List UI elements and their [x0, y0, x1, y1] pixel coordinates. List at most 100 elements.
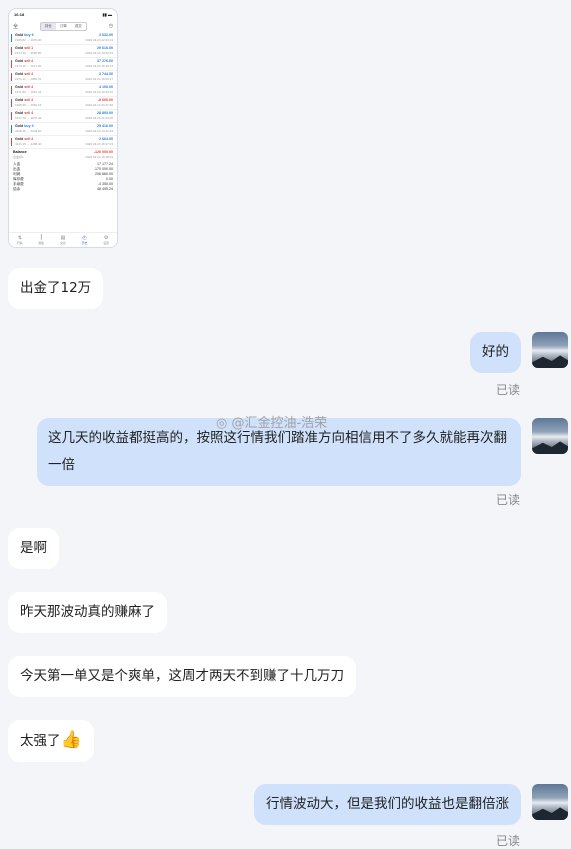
trade-side-marker — [11, 138, 12, 146]
message-text: 今天第一单又是个爽单，这周才两天不到赚了十几万刀 — [20, 668, 344, 684]
nav-label: 交易 — [60, 241, 66, 245]
summary-value: 48 495.24 — [97, 187, 113, 191]
trade-history-screenshot[interactable]: 16:18 ▮▮ ▬ 全 持仓 订单 成交 ◷ Gold buy 63 632.… — [8, 8, 118, 248]
message-bubble-outgoing[interactable]: 行情波动大，但是我们的收益也是翻倍涨 — [254, 784, 521, 825]
trade-time: 2020.03.24 14:41:43 — [85, 129, 113, 133]
message-text: 是啊 — [20, 540, 47, 556]
balance-time: 2020.03.24 16:18:03 — [85, 155, 113, 159]
trade-row[interactable]: Gold buy 63 632.00 1965.82 → 1970.00 2020.… — [9, 32, 117, 45]
trade-price: 1971.80 → 1961.44 — [15, 90, 42, 94]
trade-row[interactable]: Gold sell 4 28 893.00 1977.79 → 1970.02 202… — [9, 110, 117, 123]
trade-side: sell 4 — [24, 85, 34, 89]
message-bubble-incoming[interactable]: 太强了👍 — [8, 720, 94, 762]
message-text: 昨天那波动真的赚麻了 — [20, 604, 155, 620]
trade-row[interactable]: Gold sell 4 -8 600.00 1968.38 → 1981.16 202… — [9, 97, 117, 110]
trade-price: 4416.16 → 4408.40 — [15, 142, 42, 146]
trade-row[interactable]: Gold sell 4 37 276.00 1973.15 → 1971.30 202… — [9, 58, 117, 71]
history-tabs: 持仓 订单 成交 — [39, 21, 87, 31]
trade-symbol: Gold — [15, 72, 24, 76]
nav-label: 行情 — [16, 241, 23, 245]
phone-status-bar: 16:18 ▮▮ ▬ — [9, 9, 117, 20]
status-time: 16:18 — [14, 12, 25, 17]
balance-row: Balance -120 000.00 出金扣1 2020.03.24 16:1… — [9, 149, 117, 161]
user-avatar[interactable] — [532, 784, 568, 820]
thumbs-up-icon: 👍 — [60, 730, 82, 750]
trade-side: sell 4 — [24, 98, 34, 102]
trade-symbol: Gold — [15, 98, 24, 102]
summary-label: 结余 — [13, 187, 21, 191]
message-bubble-incoming[interactable]: 今天第一单又是个爽单，这周才两天不到赚了十几万刀 — [8, 656, 356, 697]
trade-side-marker — [11, 112, 12, 120]
trade-symbol: Gold — [15, 33, 24, 37]
read-receipt: 已读 — [495, 493, 520, 507]
nav-item[interactable]: ⇅ 行情 — [17, 235, 23, 245]
user-avatar[interactable] — [532, 332, 568, 368]
trade-row[interactable]: Gold sell 44 100.00 1971.80 → 1961.44 2020… — [9, 84, 117, 97]
trade-side-marker — [11, 73, 12, 81]
read-receipt: 已读 — [495, 834, 520, 848]
balance-sub: 出金扣1 — [13, 155, 24, 159]
trade-side-marker — [11, 60, 12, 68]
trade-side: sell 4 — [24, 111, 34, 115]
tab-positions: 持仓 — [40, 22, 56, 30]
trade-price: 1965.82 → 1970.00 — [15, 38, 42, 42]
trade-price: 1974.16 → 1966.80 — [15, 51, 42, 55]
trade-time: 2020.03.24 20:47:40 — [85, 103, 113, 107]
trade-time: 2020.03.24 16:00:27 — [85, 77, 113, 81]
trade-symbol: Gold — [15, 85, 24, 89]
nav-label: 历史 — [81, 241, 88, 245]
message-bubble-outgoing[interactable]: 好的 — [470, 332, 521, 373]
trade-side-marker — [11, 99, 12, 107]
trade-row[interactable]: Gold sell 43 744.00 1974.11 → 1968.70 2020… — [9, 71, 117, 84]
trade-time: 2020.03.24 21:04:25 — [85, 116, 113, 120]
weibo-icon: ◎ — [216, 416, 228, 431]
trade-side: sell 4 — [24, 72, 34, 76]
trade-row[interactable]: Gold buy 4 25 416.00 4328.48 → 4333.20 2020… — [9, 123, 117, 136]
tab-orders: 订单 — [59, 23, 67, 28]
watermark-text: @汇金控油-浩荣 — [231, 416, 328, 431]
user-avatar[interactable] — [532, 418, 568, 454]
trade-row[interactable]: Gold sell 42 664.00 4416.16 → 4408.40 2020… — [9, 136, 117, 149]
trade-row[interactable]: Gold sell 1 29 616.00 1974.16 → 1966.80 202… — [9, 45, 117, 58]
trade-side: sell 4 — [24, 59, 34, 63]
read-receipt: 已读 — [495, 383, 520, 397]
phone-bottom-nav: ⇅ 行情 ⫿ 图表 ▤ 交易 ◴ 历史 ⚙ 设置 — [9, 232, 117, 247]
trade-side: buy 6 — [24, 33, 34, 37]
trade-time: 2020.03.24 16:37:23 — [85, 142, 113, 146]
nav-label: 图表 — [38, 241, 45, 245]
nav-item[interactable]: ▤ 交易 — [60, 235, 66, 245]
trade-side: buy 4 — [24, 124, 34, 128]
summary-row: 结余 48 495.24 — [13, 187, 113, 192]
trade-symbol: Gold — [15, 59, 24, 63]
trade-time: 2020.03.24 16:33:12 — [85, 90, 113, 94]
nav-item[interactable]: ⚙ 设置 — [103, 235, 109, 245]
trade-side: sell 1 — [24, 46, 34, 50]
trade-symbol: Gold — [15, 46, 24, 50]
message-bubble-incoming[interactable]: 是啊 — [8, 528, 59, 569]
trade-price: 1968.38 → 1981.16 — [15, 103, 42, 107]
nav-item[interactable]: ⫿ 图表 — [39, 235, 45, 245]
trade-side: sell 4 — [24, 137, 34, 141]
message-bubble-incoming[interactable]: 出金了12万 — [8, 268, 104, 309]
trade-price: 1974.11 → 1968.70 — [15, 77, 42, 81]
trade-symbol: Gold — [15, 124, 24, 128]
trade-price: 4328.48 → 4333.20 — [15, 129, 42, 133]
trade-side-marker — [11, 34, 12, 42]
message-bubble-incoming[interactable]: 昨天那波动真的赚麻了 — [8, 592, 167, 633]
message-text: 太强了 — [20, 733, 61, 749]
trade-list: Gold buy 63 632.00 1965.82 → 1970.00 2020.… — [9, 32, 117, 149]
trade-time: 2020.03.24 22:23:13 — [85, 38, 113, 42]
nav-item[interactable]: ◴ 历史 — [82, 235, 88, 245]
trade-symbol: Gold — [15, 111, 24, 115]
nav-label: 设置 — [103, 241, 109, 245]
header-left-label: 全 — [13, 23, 19, 30]
trade-side-marker — [11, 125, 12, 133]
trade-price: 1973.15 → 1971.30 — [15, 64, 42, 68]
watermark: ◎ @汇金控油-浩荣 — [216, 412, 327, 431]
phone-tab-header: 全 持仓 订单 成交 ◷ — [9, 20, 117, 32]
tab-deals: 成交 — [74, 23, 82, 28]
status-icons: ▮▮ ▬ — [102, 12, 112, 17]
account-summary: 入金 17 177.24 出金 -170 000.00 利润 206 660.00 库存费 0… — [9, 161, 117, 193]
trade-side-marker — [11, 86, 12, 94]
trade-price: 1977.79 → 1970.02 — [15, 116, 42, 120]
